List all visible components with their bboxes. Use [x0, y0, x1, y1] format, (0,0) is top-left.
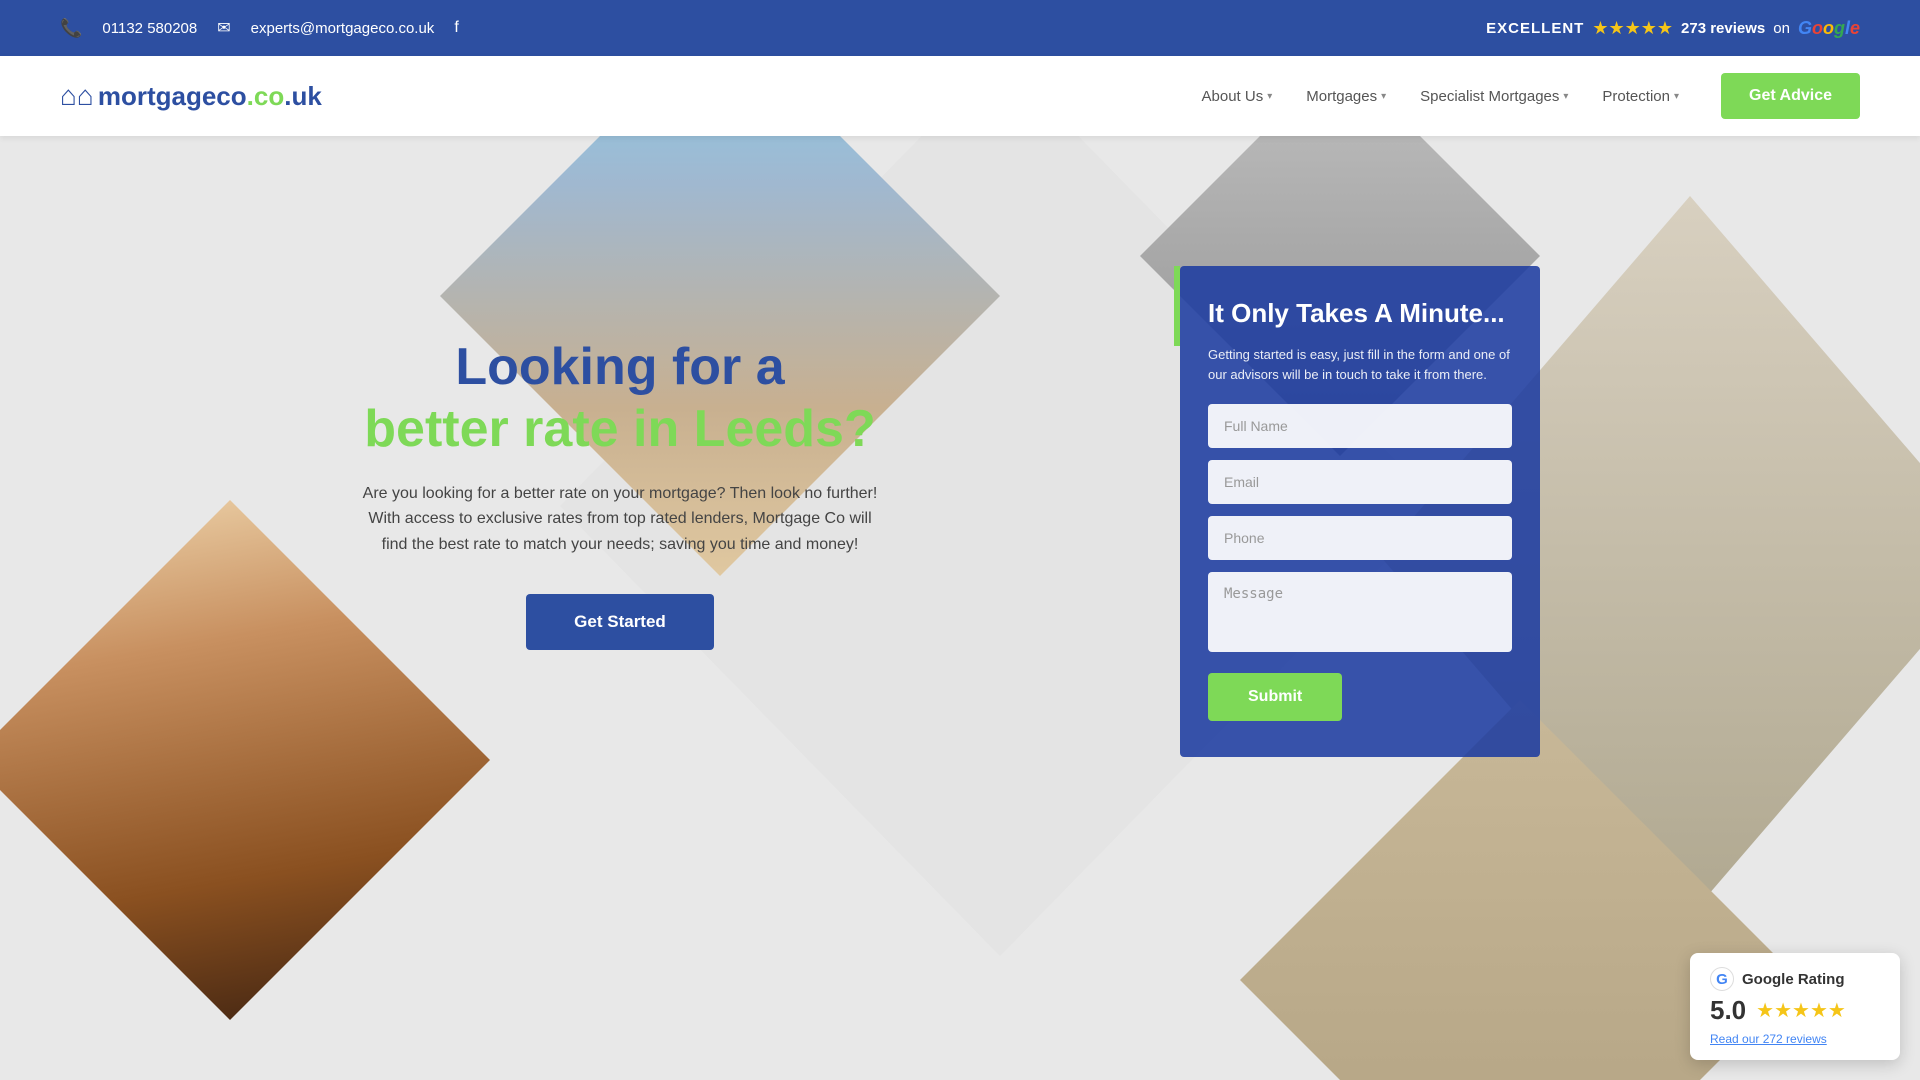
- logo-house-icon: ⌂⌂: [60, 80, 94, 112]
- rating-stars: ★★★★★: [1592, 18, 1673, 39]
- fullname-input[interactable]: [1208, 404, 1512, 448]
- logo-mortgageco: ortgageco: [121, 81, 247, 111]
- top-bar: 📞 01132 580208 ✉ experts@mortgageco.co.u…: [0, 0, 1920, 56]
- logo[interactable]: ⌂⌂ mortgageco.co.uk: [60, 80, 322, 112]
- hero-heading-line1: Looking for a: [364, 336, 875, 398]
- hero-left-panel: Looking for a better rate in Leeds? Are …: [0, 136, 1180, 650]
- read-reviews-link[interactable]: Read our 272 reviews: [1710, 1032, 1827, 1046]
- form-title: It Only Takes A Minute...: [1208, 298, 1512, 329]
- google-g-icon: G: [1710, 967, 1734, 991]
- nav-protection[interactable]: Protection ▾: [1590, 80, 1691, 113]
- rating-on-text: on: [1773, 20, 1790, 37]
- phone-icon: 📞: [60, 18, 82, 39]
- nav-about[interactable]: About Us ▾: [1190, 80, 1285, 113]
- hero-right-panel: It Only Takes A Minute... Getting starte…: [1180, 266, 1540, 757]
- contact-form-card: It Only Takes A Minute... Getting starte…: [1180, 266, 1540, 757]
- logo-letter-m: m: [98, 81, 121, 111]
- nav-mortgages[interactable]: Mortgages ▾: [1294, 80, 1398, 113]
- message-input[interactable]: [1208, 572, 1512, 652]
- phone-link[interactable]: 01132 580208: [102, 20, 197, 37]
- hero-content: Looking for a better rate in Leeds? Are …: [0, 136, 1920, 1080]
- logo-text: mortgageco.co.uk: [98, 81, 322, 112]
- navbar: ⌂⌂ mortgageco.co.uk About Us ▾ Mortgages…: [0, 56, 1920, 136]
- hero-heading: Looking for a better rate in Leeds?: [364, 336, 875, 461]
- phone-input[interactable]: [1208, 516, 1512, 560]
- get-started-button[interactable]: Get Started: [526, 594, 714, 650]
- rating-row: 5.0 ★★★★★: [1710, 995, 1880, 1026]
- nav-links: About Us ▾ Mortgages ▾ Specialist Mortga…: [1190, 73, 1860, 119]
- google-rating-stars: ★★★★★: [1756, 998, 1846, 1023]
- google-letter-e: e: [1850, 18, 1860, 38]
- hero-section: Looking for a better rate in Leeds? Are …: [0, 136, 1920, 1080]
- top-bar-left: 📞 01132 580208 ✉ experts@mortgageco.co.u…: [60, 18, 459, 39]
- google-rating-label: Google Rating: [1742, 971, 1845, 988]
- google-letter-g: G: [1798, 18, 1812, 38]
- google-rating-header: G Google Rating: [1710, 967, 1880, 991]
- google-rating-score: 5.0: [1710, 995, 1746, 1026]
- excellent-label: EXCELLENT: [1486, 20, 1584, 37]
- form-subtitle: Getting started is easy, just fill in th…: [1208, 345, 1512, 384]
- nav-specialist[interactable]: Specialist Mortgages ▾: [1408, 80, 1580, 113]
- specialist-chevron-icon: ▾: [1563, 91, 1568, 102]
- google-letter-o2: o: [1823, 18, 1834, 38]
- email-input[interactable]: [1208, 460, 1512, 504]
- google-letter-g2: g: [1834, 18, 1845, 38]
- email-link[interactable]: experts@mortgageco.co.uk: [251, 20, 435, 37]
- get-advice-button[interactable]: Get Advice: [1721, 73, 1860, 119]
- logo-dot-co: .co: [247, 81, 285, 111]
- logo-dot-uk: .uk: [284, 81, 322, 111]
- email-icon: ✉: [217, 18, 230, 38]
- google-logo: Google: [1798, 18, 1860, 39]
- top-bar-right: EXCELLENT ★★★★★ 273 reviews on Google: [1486, 18, 1860, 39]
- hero-heading-line2: better rate in Leeds?: [364, 398, 875, 460]
- google-letter-o1: o: [1812, 18, 1823, 38]
- google-rating-widget: G Google Rating 5.0 ★★★★★ Read our 272 r…: [1690, 953, 1900, 1060]
- review-count: 273 reviews: [1681, 20, 1765, 37]
- hero-subtext: Are you looking for a better rate on you…: [360, 481, 880, 558]
- protection-chevron-icon: ▾: [1674, 91, 1679, 102]
- submit-button[interactable]: Submit: [1208, 673, 1342, 721]
- about-chevron-icon: ▾: [1267, 91, 1272, 102]
- mortgages-chevron-icon: ▾: [1381, 91, 1386, 102]
- facebook-icon[interactable]: f: [454, 19, 458, 37]
